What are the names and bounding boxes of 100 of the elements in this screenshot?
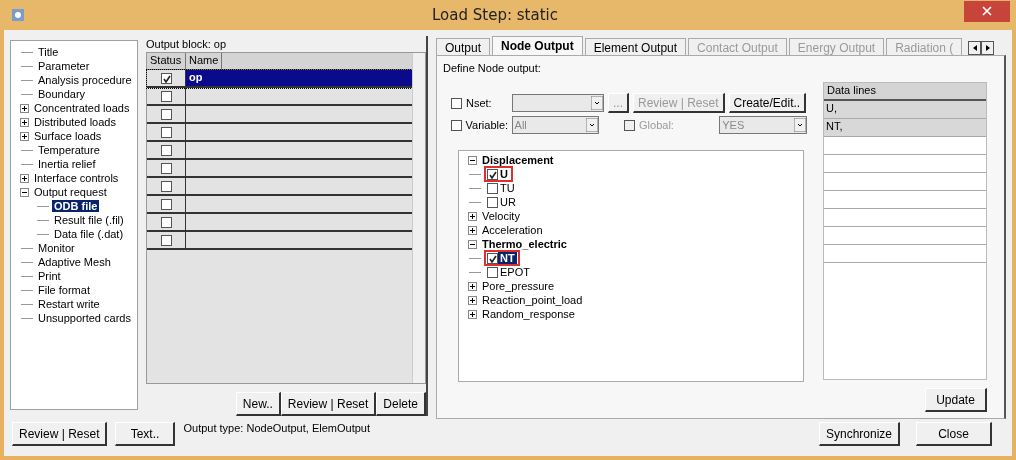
checkbox[interactable] [160,126,172,138]
checkbox[interactable] [451,119,462,131]
expand-toggle[interactable] [468,225,477,235]
tree-item[interactable]: Print [36,270,63,282]
tree-item[interactable]: Surface loads [32,130,104,142]
tree-item[interactable]: Title [36,46,61,58]
checkmark-icon [161,73,171,83]
checkmark-icon [488,169,497,179]
tree-item[interactable]: NT [498,252,517,264]
footer-button[interactable]: Close [916,422,992,446]
expand-toggle[interactable] [468,155,477,165]
checkbox[interactable] [487,252,498,264]
expand-toggle[interactable] [20,187,29,197]
tree-item[interactable]: U [498,168,510,180]
close-icon [982,6,992,16]
tree-item[interactable]: Thermo_electric [480,238,569,250]
tree-item[interactable]: Restart write [36,298,102,310]
tree-item[interactable]: Output request [32,186,109,198]
checkbox[interactable] [487,266,498,278]
plus-icon [469,282,476,290]
checkbox[interactable] [160,162,172,174]
checkbox[interactable] [451,97,462,109]
close-button[interactable] [964,0,1010,22]
tab[interactable]: Node Output [492,36,583,55]
footer-button[interactable]: Synchronize [818,422,900,446]
checkbox[interactable] [160,144,172,156]
checkbox[interactable] [160,72,172,84]
scroll-right-button[interactable] [981,41,995,55]
footer-button[interactable]: Review | Reset [12,422,108,446]
tree-item[interactable]: Unsupported cards [36,312,133,324]
field-label: Global: [639,119,675,131]
tree-item[interactable]: Reaction_point_load [480,294,585,306]
plus-icon [469,212,476,220]
tree-item[interactable]: Acceleration [480,224,545,236]
nset-dropdown[interactable] [512,94,604,112]
expand-toggle[interactable] [20,173,29,183]
checkbox[interactable] [160,180,172,192]
caret-icon [794,118,806,132]
table-button[interactable]: Review | Reset [280,392,377,416]
checkbox[interactable] [160,234,172,246]
expand-toggle[interactable] [468,281,477,291]
expand-toggle[interactable] [20,103,29,113]
tab[interactable]: Output [436,38,491,55]
tab[interactable]: Element Output [584,38,687,55]
tree-item[interactable]: Parameter [36,60,92,72]
tree-item[interactable]: Concentrated loads [32,102,132,114]
tree-item[interactable]: Pore_pressure [480,280,557,292]
checkbox[interactable] [487,196,498,208]
field-label: Nset: [466,97,493,109]
table-cell[interactable]: op [186,70,412,86]
output-type-label: Output type: NodeOutput, ElemOutput [183,422,371,434]
plus-icon [469,310,476,318]
plus-icon [21,174,28,182]
checkbox[interactable] [160,90,172,102]
expand-toggle[interactable] [468,295,477,305]
plus-icon [469,296,476,304]
tree-item[interactable]: Temperature [36,144,102,156]
dropdown-value: YES [722,119,745,131]
tree-item[interactable]: Result file (.fil) [52,214,126,226]
checkbox[interactable] [160,216,172,228]
checkbox[interactable] [487,168,498,180]
tree-item[interactable]: Data file (.dat) [52,228,126,240]
table-button[interactable]: Delete [376,392,426,416]
tree-item[interactable]: Displacement [480,154,556,166]
tree-item[interactable]: Interface controls [32,172,121,184]
expand-toggle[interactable] [468,309,477,319]
tree-item[interactable]: Distributed loads [32,116,118,128]
dropdown-value: All [514,119,527,131]
table-button[interactable]: New.. [235,392,281,416]
checkbox[interactable] [160,108,172,120]
scrollbar[interactable] [412,53,425,383]
tree-item[interactable]: ODB file [52,200,100,212]
expand-toggle[interactable] [20,131,29,141]
tree-item[interactable]: Adaptive Mesh [36,256,113,268]
tree-item[interactable]: File format [36,284,92,296]
plus-icon [21,118,28,126]
tree-item[interactable]: Analysis procedure [36,74,134,86]
footer-button[interactable]: Text.. [115,422,176,446]
right-arrow-icon [984,44,991,52]
tree-item[interactable]: Boundary [36,88,88,100]
plus-icon [21,104,28,112]
tree-item[interactable]: UR [498,196,518,208]
update-button[interactable]: Update [925,388,987,412]
tree-item[interactable]: EPOT [498,266,532,278]
tree-item[interactable]: Random_response [480,308,577,320]
checkbox[interactable] [160,198,172,210]
checkmark-icon [488,253,497,263]
tree-item[interactable]: Velocity [480,210,522,222]
tree-item[interactable]: Monitor [36,242,77,254]
scroll-left-button[interactable] [968,41,982,55]
expand-toggle[interactable] [468,239,477,249]
tree-item[interactable]: Inertia relief [36,158,98,170]
caret-icon [591,96,603,110]
expand-toggle[interactable] [20,117,29,127]
checkbox[interactable] [487,182,498,194]
tree-item[interactable]: TU [498,182,517,194]
create-edit-button[interactable]: Create/Edit.. [728,93,807,113]
section-label: Define Node output: [443,62,542,76]
expand-toggle[interactable] [468,211,477,221]
column-header: Data lines [824,83,986,101]
